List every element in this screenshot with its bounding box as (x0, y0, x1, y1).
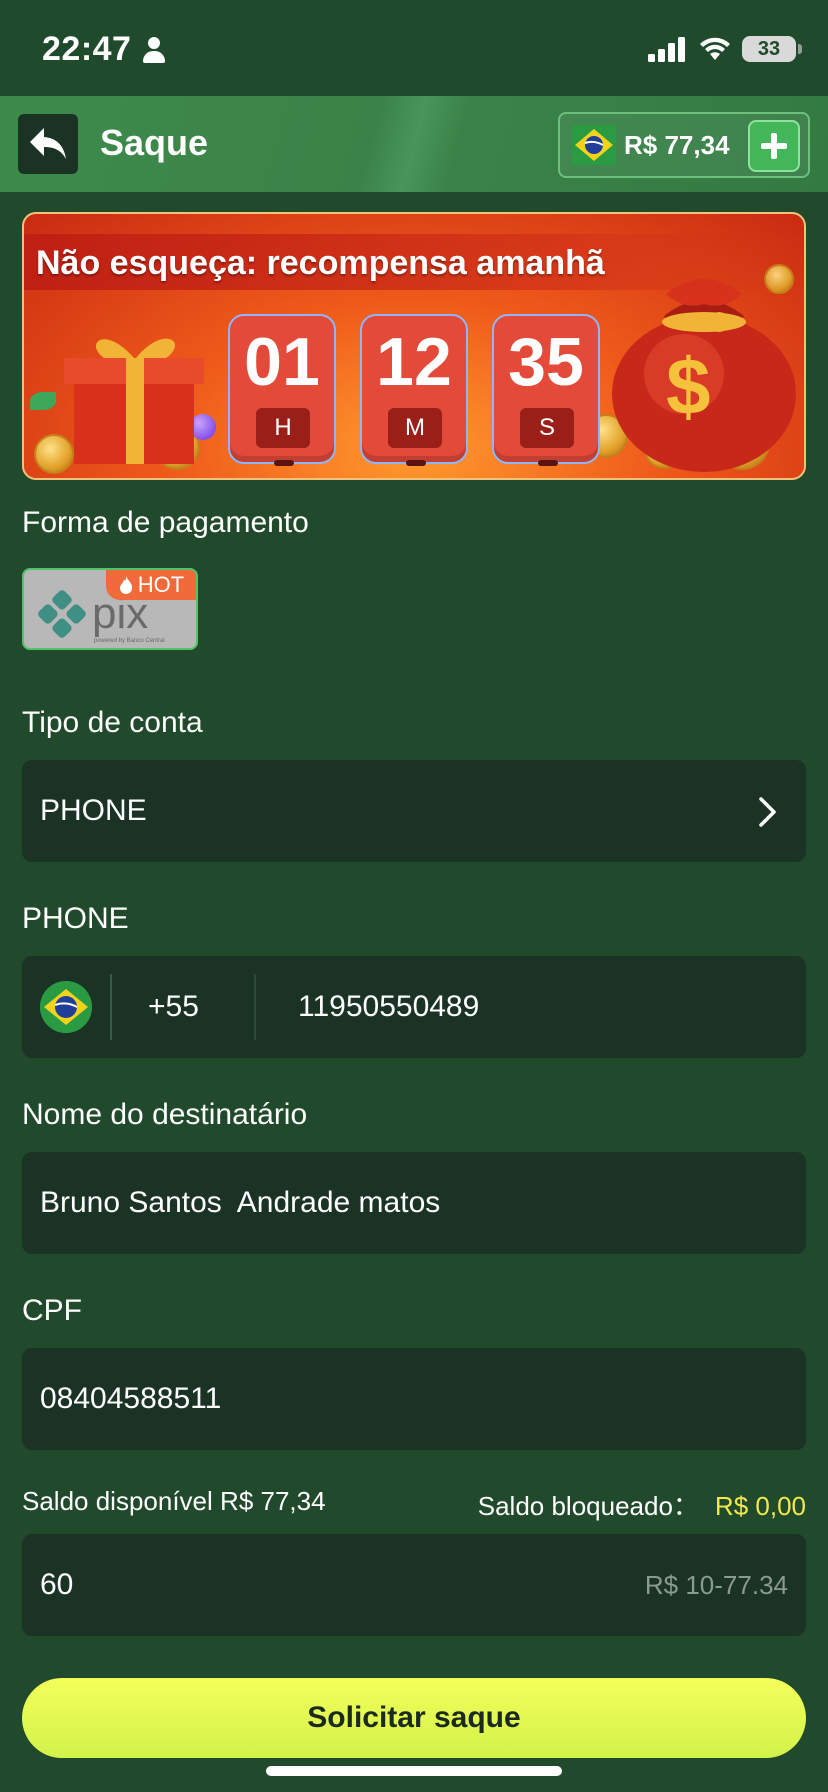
flame-icon (119, 576, 132, 594)
recipient-name-input[interactable]: Bruno Santos Andrade matos (22, 1152, 806, 1254)
request-withdrawal-button[interactable]: Solicitar saque (22, 1678, 806, 1758)
timer-seconds-value: 35 (508, 324, 584, 400)
deposit-button[interactable] (748, 120, 800, 172)
account-type-value: PHONE (40, 794, 147, 827)
blocked-balance: Saldo bloqueado： R$ 0,00 (478, 1486, 806, 1523)
timer-minutes-value: 12 (376, 324, 452, 400)
country-code[interactable]: +55 (148, 956, 199, 1058)
available-balance-value: R$ 77,34 (220, 1486, 326, 1516)
plus-icon (761, 133, 787, 159)
wifi-icon (700, 37, 730, 60)
pix-payment-option[interactable]: pix powered by Banco Central HOT (22, 568, 198, 650)
gift-box-icon (64, 338, 204, 464)
separator (254, 974, 256, 1040)
account-type-select[interactable]: PHONE (22, 760, 806, 862)
clock-text: 22:47 (42, 30, 132, 68)
separator (110, 974, 112, 1040)
recipient-label: Nome do destinatário (22, 1098, 308, 1131)
balance-amount: R$ 77,34 (624, 129, 730, 160)
payment-method-label: Forma de pagamento (22, 506, 309, 539)
status-icons: 33 (648, 36, 802, 62)
timer-seconds: 35 S (492, 314, 600, 466)
timer-hours-unit: H (256, 408, 310, 448)
back-button[interactable] (18, 114, 78, 174)
brazil-flag-icon (572, 125, 616, 165)
app-header: Saque R$ 77,34 (0, 96, 828, 192)
timer-minutes-unit: M (388, 408, 442, 448)
battery-level: 33 (757, 37, 781, 60)
reward-banner[interactable]: $ Não esqueça: recompensa amanhã 01 H 12… (22, 212, 806, 480)
phone-field: +55 11950550489 (22, 956, 806, 1058)
phone-label: PHONE (22, 902, 129, 935)
available-balance: Saldo disponível R$ 77,34 (22, 1486, 326, 1517)
timer-notch (538, 460, 558, 466)
cpf-value: 08404588511 (40, 1382, 222, 1415)
withdraw-amount-input[interactable]: 60 R$ 10-77.34 (22, 1534, 806, 1636)
status-time: 22:47 (42, 30, 167, 69)
chevron-right-icon (759, 797, 776, 827)
balance-display: R$ 77,34 (558, 112, 810, 178)
withdraw-amount-value: 60 (40, 1568, 74, 1601)
status-bar: 22:47 33 (0, 0, 828, 96)
page-title: Saque (100, 122, 209, 163)
timer-hours: 01 H (228, 314, 336, 466)
banner-title: Não esqueça: recompensa amanhã (36, 244, 605, 282)
timer-seconds-unit: S (520, 408, 574, 448)
timer-notch (406, 460, 426, 466)
country-flag-icon[interactable] (40, 981, 92, 1033)
back-arrow-icon (30, 128, 66, 159)
account-type-label: Tipo de conta (22, 706, 203, 739)
blocked-balance-label: Saldo bloqueado： (477, 1491, 699, 1521)
recipient-name-value: Bruno Santos Andrade matos (40, 1186, 441, 1219)
leaf-decoration (30, 392, 56, 410)
timer-hours-value: 01 (244, 324, 320, 400)
cpf-label: CPF (22, 1294, 82, 1327)
svg-text:$: $ (666, 342, 711, 431)
phone-number-input[interactable]: 11950550489 (298, 956, 479, 1058)
timer-notch (274, 460, 294, 466)
person-icon (141, 36, 167, 64)
available-balance-label: Saldo disponível (22, 1486, 213, 1516)
signal-icon (648, 37, 685, 62)
blocked-balance-value: R$ 0,00 (714, 1491, 806, 1521)
home-indicator[interactable] (266, 1766, 562, 1776)
brazil-flag-icon (40, 981, 92, 1033)
cpf-input[interactable]: 08404588511 (22, 1348, 806, 1450)
withdraw-amount-range: R$ 10-77.34 (644, 1570, 788, 1600)
pix-logo-subtext: powered by Banco Central (94, 638, 165, 644)
hot-badge: HOT (106, 570, 196, 600)
battery-icon: 33 (742, 36, 802, 62)
timer-minutes: 12 M (360, 314, 468, 466)
hot-badge-text: HOT (137, 572, 185, 597)
